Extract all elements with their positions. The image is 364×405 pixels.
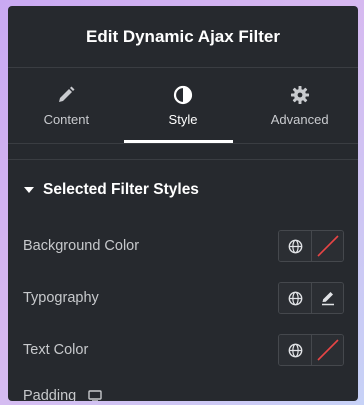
global-typography-button[interactable] bbox=[279, 283, 311, 313]
control-label: Background Color bbox=[23, 238, 140, 254]
padding-label: Padding bbox=[23, 388, 77, 401]
typography-control: Typography bbox=[8, 272, 358, 324]
no-color-slash-icon bbox=[316, 235, 339, 257]
background-color-control: Background Color bbox=[8, 220, 358, 272]
section-title: Selected Filter Styles bbox=[43, 181, 199, 198]
global-colors-button[interactable] bbox=[279, 231, 311, 261]
control-button-group bbox=[278, 230, 344, 262]
globe-icon bbox=[288, 343, 302, 357]
control-button-group bbox=[278, 334, 344, 366]
tab-style-label: Style bbox=[168, 111, 198, 127]
pencil-icon bbox=[59, 86, 75, 102]
globe-icon bbox=[288, 291, 302, 305]
gear-icon bbox=[290, 85, 309, 104]
section-divider bbox=[8, 144, 358, 160]
section-toggle[interactable]: Selected Filter Styles bbox=[8, 160, 358, 220]
padding-control: Padding bbox=[8, 376, 358, 401]
caret-down-icon bbox=[24, 187, 34, 193]
color-picker-button[interactable] bbox=[311, 231, 343, 261]
tab-advanced[interactable]: Advanced bbox=[241, 68, 358, 143]
panel-header: Edit Dynamic Ajax Filter bbox=[8, 6, 358, 68]
half-circle-contrast-icon bbox=[173, 85, 193, 104]
globe-icon bbox=[288, 239, 302, 253]
tab-style[interactable]: Style bbox=[125, 68, 242, 143]
active-tab-indicator bbox=[124, 140, 233, 143]
tab-content-label: Content bbox=[43, 111, 90, 127]
global-colors-button[interactable] bbox=[279, 335, 311, 365]
tab-advanced-label: Advanced bbox=[270, 111, 329, 127]
text-color-control: Text Color bbox=[8, 324, 358, 376]
control-label: Text Color bbox=[23, 342, 89, 358]
editor-panel: Edit Dynamic Ajax Filter Content Style A… bbox=[8, 6, 358, 401]
no-color-slash-icon bbox=[316, 339, 339, 361]
edit-typography-button[interactable] bbox=[311, 283, 343, 313]
control-button-group bbox=[278, 282, 344, 314]
tab-content[interactable]: Content bbox=[8, 68, 125, 143]
desktop-monitor-icon[interactable] bbox=[88, 390, 102, 401]
panel-title: Edit Dynamic Ajax Filter bbox=[86, 26, 280, 46]
tab-bar: Content Style Advanced bbox=[8, 68, 358, 144]
edit-pencil-icon bbox=[321, 292, 334, 306]
control-label: Typography bbox=[23, 290, 99, 306]
color-picker-button[interactable] bbox=[311, 335, 343, 365]
